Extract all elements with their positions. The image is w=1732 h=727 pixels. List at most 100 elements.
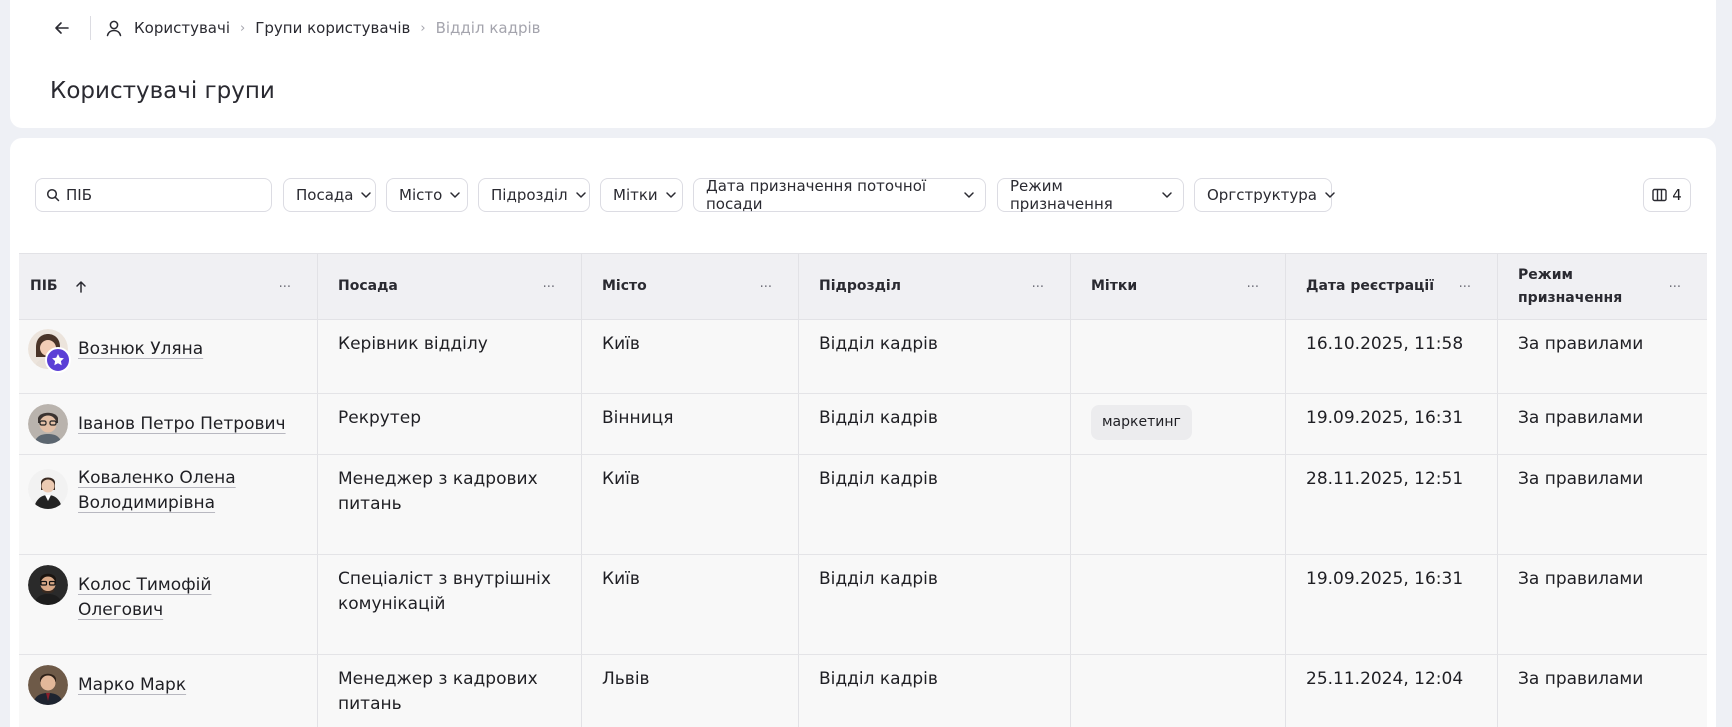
column-header-position[interactable]: Посада ··· bbox=[318, 254, 582, 319]
cell-city: Львів bbox=[582, 655, 799, 727]
cell-assignment-mode: За правилами bbox=[1518, 669, 1644, 689]
chevron-down-icon bbox=[963, 189, 975, 201]
filter-label: Мітки bbox=[613, 186, 658, 204]
column-header-name[interactable]: ПІБ ··· bbox=[19, 254, 318, 319]
back-button[interactable] bbox=[50, 16, 74, 40]
cell-assignment-mode: За правилами bbox=[1518, 469, 1644, 489]
filter-org-structure[interactable]: Оргструктура bbox=[1194, 178, 1335, 212]
column-header-assignment-mode[interactable]: Режим призначення ··· bbox=[1498, 254, 1707, 319]
more-horizontal-icon[interactable]: ··· bbox=[543, 276, 555, 299]
breadcrumb-divider bbox=[90, 16, 91, 40]
page-header: Користувачі › Групи користувачів › Відді… bbox=[10, 0, 1716, 128]
filter-label: Режим призначення bbox=[1010, 177, 1113, 213]
cell-name: Колос Тимофій Олегович bbox=[19, 555, 318, 654]
avatar bbox=[28, 329, 71, 373]
cell-tags: маркетинг bbox=[1071, 394, 1286, 454]
table-header: ПІБ ··· Посада ··· Місто ··· Підрозділ ·… bbox=[19, 254, 1707, 320]
user-name-link[interactable]: Коваленко Олена Володимирівна bbox=[78, 466, 268, 516]
cell-registration-date: 28.11.2025, 12:51 bbox=[1286, 455, 1498, 554]
cell-tags bbox=[1071, 455, 1286, 554]
filter-position[interactable]: Посада bbox=[283, 178, 376, 212]
more-horizontal-icon[interactable]: ··· bbox=[1247, 276, 1259, 299]
filter-assignment-mode[interactable]: Режим призначення bbox=[997, 177, 1184, 213]
columns-button[interactable]: 4 bbox=[1643, 178, 1691, 212]
cell-tags bbox=[1071, 655, 1286, 727]
cell-name: Марко Марк bbox=[19, 655, 318, 727]
cell-department: Відділ кадрів bbox=[799, 555, 1071, 654]
cell-registration-date: 16.10.2025, 11:58 bbox=[1286, 320, 1498, 393]
cell-city: Вінниця bbox=[582, 394, 799, 454]
cell-assignment-mode: За правилами bbox=[1518, 569, 1644, 589]
arrow-left-icon bbox=[55, 22, 69, 34]
cell-assignment-mode: За правилами bbox=[1518, 408, 1644, 428]
table-row[interactable]: Марко Марк Менеджер з кадрових питань Ль… bbox=[19, 655, 1707, 727]
filter-department[interactable]: Підрозділ bbox=[478, 178, 590, 212]
cell-registration-date: 19.09.2025, 16:31 bbox=[1286, 394, 1498, 454]
cell-position: Менеджер з кадрових питань bbox=[318, 655, 582, 727]
chevron-down-icon bbox=[575, 189, 587, 201]
column-header-registration-date[interactable]: Дата реєстрації ··· bbox=[1286, 254, 1498, 319]
column-title: Режим призначення bbox=[1518, 266, 1623, 306]
breadcrumb-separator: › bbox=[240, 20, 246, 36]
filter-label: Посада bbox=[296, 186, 354, 204]
breadcrumb-separator: › bbox=[420, 20, 426, 36]
column-title: Підрозділ bbox=[819, 278, 901, 294]
cell-city: Київ bbox=[582, 555, 799, 654]
more-horizontal-icon[interactable]: ··· bbox=[1032, 276, 1044, 299]
cell-assignment-mode: За правилами bbox=[1518, 334, 1644, 354]
column-title: Місто bbox=[602, 278, 647, 294]
cell-department: Відділ кадрів bbox=[799, 394, 1071, 454]
search-field[interactable] bbox=[35, 178, 272, 212]
cell-position: Спеціаліст з внутрішніх комунікацій bbox=[318, 555, 582, 654]
column-header-city[interactable]: Місто ··· bbox=[582, 254, 799, 319]
avatar bbox=[28, 565, 68, 605]
column-title: Посада bbox=[338, 278, 398, 294]
cell-position: Керівник відділу bbox=[318, 320, 582, 393]
cell-department: Відділ кадрів bbox=[799, 455, 1071, 554]
more-horizontal-icon[interactable]: ··· bbox=[1459, 276, 1471, 299]
columns-count: 4 bbox=[1672, 186, 1682, 204]
page-title: Користувачі групи bbox=[50, 78, 275, 104]
user-name-link[interactable]: Вознюк Уляна bbox=[78, 337, 203, 362]
tag-badge: маркетинг bbox=[1091, 405, 1192, 440]
user-name-link[interactable]: Марко Марк bbox=[78, 673, 186, 698]
column-header-tags[interactable]: Мітки ··· bbox=[1071, 254, 1286, 319]
search-input[interactable] bbox=[66, 186, 256, 204]
cell-department: Відділ кадрів bbox=[799, 320, 1071, 393]
breadcrumb-user-groups[interactable]: Групи користувачів bbox=[255, 19, 410, 37]
filter-position-date[interactable]: Дата призначення поточної посади bbox=[693, 177, 986, 213]
filter-label: Підрозділ bbox=[491, 186, 568, 204]
avatar bbox=[28, 469, 68, 509]
more-horizontal-icon[interactable]: ··· bbox=[760, 276, 772, 299]
column-title: Дата реєстрації bbox=[1306, 278, 1435, 294]
filter-label: Місто bbox=[399, 186, 443, 204]
cell-department: Відділ кадрів bbox=[799, 655, 1071, 727]
arrow-up-icon[interactable] bbox=[74, 280, 88, 294]
star-badge-icon bbox=[45, 347, 71, 373]
more-horizontal-icon[interactable]: ··· bbox=[1669, 276, 1681, 299]
table-row[interactable]: Іванов Петро Петрович Рекрутер Вінниця В… bbox=[19, 394, 1707, 455]
cell-position: Менеджер з кадрових питань bbox=[318, 455, 582, 554]
cell-tags bbox=[1071, 555, 1286, 654]
cell-registration-date: 19.09.2025, 16:31 bbox=[1286, 555, 1498, 654]
filter-city[interactable]: Місто bbox=[386, 178, 468, 212]
chevron-down-icon bbox=[449, 189, 461, 201]
table-row[interactable]: Вознюк Уляна Керівник відділу Київ Відді… bbox=[19, 320, 1707, 394]
cell-position: Рекрутер bbox=[318, 394, 582, 454]
user-name-link[interactable]: Іванов Петро Петрович bbox=[78, 412, 286, 437]
column-header-department[interactable]: Підрозділ ··· bbox=[799, 254, 1071, 319]
breadcrumb: Користувачі › Групи користувачів › Відді… bbox=[54, 16, 540, 40]
user-name-link[interactable]: Колос Тимофій Олегович bbox=[78, 573, 297, 623]
column-title: ПІБ bbox=[30, 278, 58, 294]
avatar bbox=[28, 665, 68, 705]
filter-tags[interactable]: Мітки bbox=[600, 178, 683, 212]
breadcrumb-users[interactable]: Користувачі bbox=[134, 19, 230, 37]
users-table: ПІБ ··· Посада ··· Місто ··· Підрозділ ·… bbox=[19, 253, 1707, 727]
table-row[interactable]: Коваленко Олена Володимирівна Менеджер з… bbox=[19, 455, 1707, 555]
more-horizontal-icon[interactable]: ··· bbox=[279, 276, 291, 299]
cell-city: Київ bbox=[582, 320, 799, 393]
cell-name: Коваленко Олена Володимирівна bbox=[19, 455, 318, 554]
table-row[interactable]: Колос Тимофій Олегович Спеціаліст з внут… bbox=[19, 555, 1707, 655]
cell-registration-date: 25.11.2024, 12:04 bbox=[1286, 655, 1498, 727]
search-icon bbox=[46, 188, 60, 202]
